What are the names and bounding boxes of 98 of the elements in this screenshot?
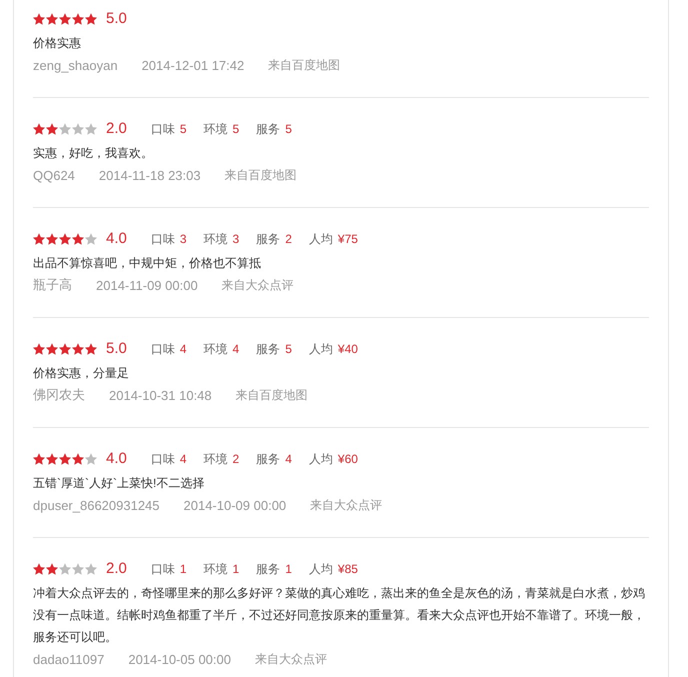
username: dadao11097	[33, 652, 104, 666]
review-date: 2014-10-05 00:00	[128, 652, 231, 666]
star-icon	[33, 233, 45, 245]
review-text: 五错`厚道`人好`上菜快!不二选择	[33, 475, 206, 492]
detail-label: 服务	[256, 340, 280, 358]
review-text: 冲着大众点评去的，奇怪哪里来的那么多好评？菜做的真心难吃，蒸出来的鱼全是灰色的汤，青菜就是白水煮，炒鸡没有一点味道。结帐时鸡鱼都重了半斤，不过还好同意按原来的重量算。看来大众点评也开始不靠谱了。环境一般，服务还可以吧。	[33, 585, 646, 646]
star-icon	[46, 563, 58, 575]
detail-value: 3	[180, 232, 187, 246]
star-icon	[85, 233, 97, 245]
star-icon	[85, 563, 97, 575]
star-icon	[46, 13, 58, 25]
star-icon	[72, 563, 84, 575]
star-icon	[72, 343, 84, 355]
detail-label: 人均	[308, 560, 333, 578]
detail-value: 4	[180, 452, 187, 466]
review-date: 2014-11-09 00:00	[96, 278, 198, 292]
star-icon	[33, 13, 45, 25]
detail-value: ¥75	[338, 232, 358, 246]
review-text: 实惠，好吃，我喜欢。	[33, 145, 154, 162]
review-text: 出品不算惊喜吧，中规中矩，价格也不算抵	[33, 255, 262, 272]
detail-label: 服务	[256, 560, 280, 578]
review-source: 来自大众点评	[255, 650, 327, 668]
detail-label: 口味	[150, 450, 175, 468]
detail-value: 4	[232, 342, 240, 356]
rating-score: 4.0	[106, 229, 127, 249]
username: 佛冈农夫	[33, 386, 85, 404]
star-icon	[59, 233, 71, 245]
username: dpuser_86620931245	[33, 498, 160, 512]
detail-label: 人均	[308, 340, 333, 358]
detail-value: 1	[180, 562, 187, 576]
detail-label: 口味	[150, 230, 175, 248]
detail-value: 5	[285, 122, 292, 136]
detail-value: 4	[180, 342, 187, 356]
review-source: 来自百度地图	[268, 56, 340, 74]
star-icon	[59, 123, 71, 135]
star-icon	[72, 233, 84, 245]
star-icon	[46, 123, 58, 135]
detail-label: 口味	[150, 120, 175, 138]
detail-label: 环境	[204, 450, 228, 468]
detail-label: 环境	[204, 560, 228, 578]
rating-score: 5.0	[106, 339, 127, 359]
star-icon	[85, 123, 97, 135]
detail-label: 环境	[204, 340, 228, 358]
detail-label: 服务	[256, 230, 280, 248]
review-source: 来自大众点评	[222, 276, 294, 294]
detail-label: 环境	[204, 230, 228, 248]
star-icon	[85, 343, 97, 355]
star-icon	[59, 563, 71, 575]
detail-value: ¥85	[338, 562, 358, 576]
review-source: 来自大众点评	[310, 496, 382, 514]
star-icon	[33, 453, 45, 465]
review-text: 价格实惠	[33, 35, 82, 52]
rating-score: 5.0	[106, 9, 127, 29]
review-date: 2014-10-09 00:00	[184, 498, 286, 512]
detail-value: 5	[232, 122, 240, 136]
rating-score: 4.0	[106, 449, 127, 469]
username: QQ624	[33, 168, 75, 182]
rating-score: 2.0	[106, 559, 127, 579]
detail-value: ¥60	[338, 452, 358, 466]
detail-label: 人均	[308, 450, 333, 468]
review-date: 2014-12-01 17:42	[142, 58, 244, 72]
star-icon	[59, 453, 71, 465]
detail-label: 口味	[150, 560, 175, 578]
star-icon	[33, 563, 45, 575]
detail-value: 1	[285, 562, 292, 576]
detail-label: 人均	[308, 230, 333, 248]
detail-value: 2	[232, 452, 240, 466]
star-icon	[85, 453, 97, 465]
detail-value: 5	[285, 342, 292, 356]
username: zeng_shaoyan	[33, 58, 118, 72]
detail-value: 3	[232, 232, 240, 246]
detail-value: 2	[285, 232, 292, 246]
rating-score: 2.0	[106, 119, 127, 139]
review-date: 2014-11-18 23:03	[98, 168, 201, 182]
star-icon	[85, 13, 97, 25]
detail-value: 5	[180, 122, 187, 136]
username: 瓶子高	[33, 276, 72, 294]
detail-label: 服务	[256, 120, 280, 138]
star-icon	[46, 453, 58, 465]
star-icon	[33, 343, 45, 355]
star-icon	[72, 453, 84, 465]
detail-value: ¥40	[338, 342, 358, 356]
star-icon	[59, 343, 71, 355]
review-source: 来自百度地图	[224, 166, 297, 184]
detail-label: 口味	[150, 340, 175, 358]
detail-value: 4	[285, 452, 292, 466]
review-date: 2014-10-31 10:48	[109, 388, 212, 402]
star-icon	[59, 13, 71, 25]
star-icon	[46, 343, 58, 355]
review-source: 来自百度地图	[236, 386, 308, 404]
detail-label: 服务	[256, 450, 280, 468]
star-icon	[33, 123, 45, 135]
review-text: 价格实惠，分量足	[33, 365, 130, 382]
star-icon	[72, 13, 84, 25]
star-icon	[46, 233, 58, 245]
detail-value: 1	[232, 562, 240, 576]
detail-label: 环境	[204, 120, 228, 138]
star-icon	[72, 123, 84, 135]
